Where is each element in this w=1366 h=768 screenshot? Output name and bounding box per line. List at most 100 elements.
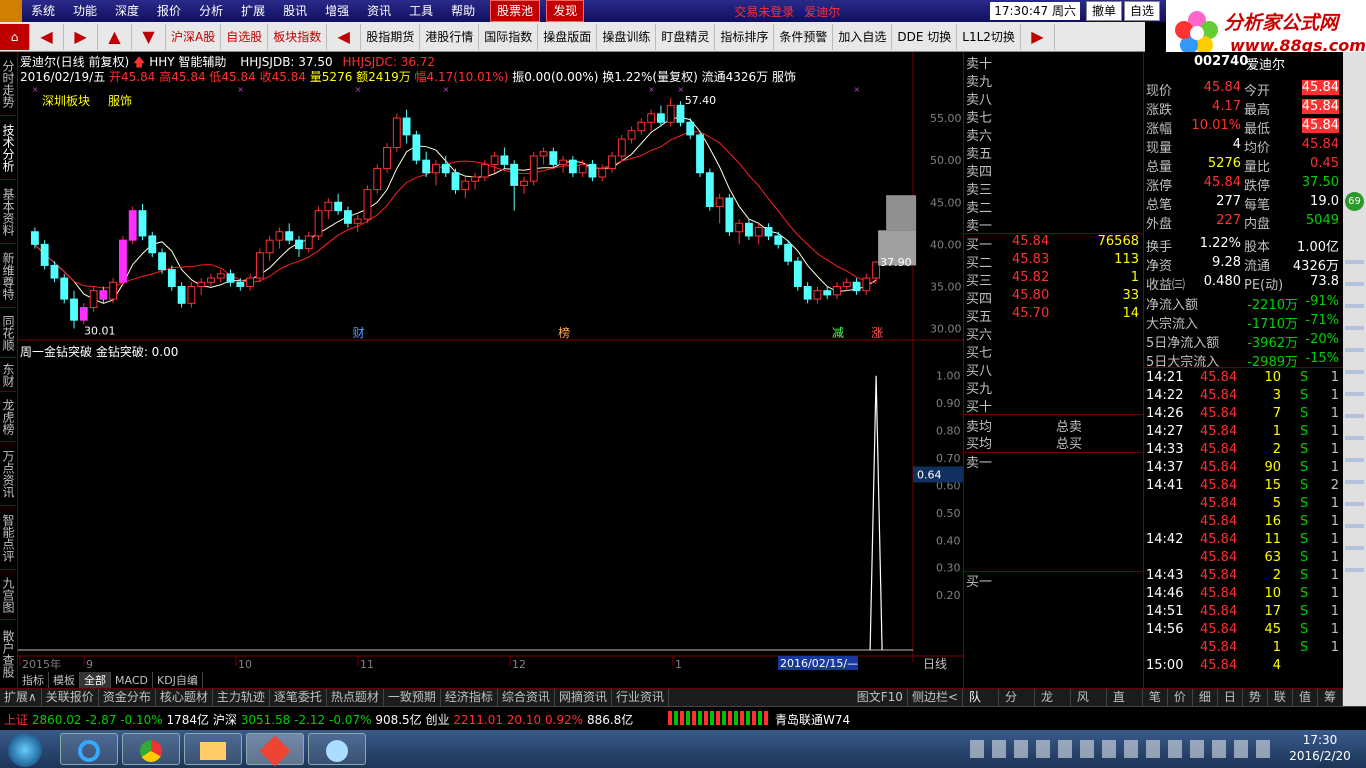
menu-function[interactable]: 功能	[64, 0, 106, 22]
bid-row[interactable]: 买二 45.83 113	[964, 252, 1143, 271]
bid-row[interactable]: 买十	[964, 396, 1143, 415]
menu-help[interactable]: 帮助	[442, 0, 484, 22]
toolbar-futures[interactable]: 股指期货	[361, 23, 421, 50]
ltab-dc[interactable]: 东财	[0, 358, 16, 392]
btab-info[interactable]: 综合资讯	[498, 689, 555, 706]
btab-econ[interactable]: 经济指标	[441, 689, 498, 706]
right-tab[interactable]: 势	[1243, 689, 1268, 706]
up-arrow-icon[interactable]: ▲	[98, 23, 132, 50]
ask-row[interactable]: 卖一	[964, 215, 1143, 234]
system-tray-icons[interactable]	[970, 740, 1270, 758]
btab-fund[interactable]: 资金分布	[99, 689, 156, 706]
menu-depth[interactable]: 深度	[106, 0, 148, 22]
ask-row[interactable]: 卖九	[964, 71, 1143, 90]
menu-tools[interactable]: 工具	[400, 0, 442, 22]
toolbar-dde[interactable]: DDE 切换	[892, 23, 958, 50]
right-tab[interactable]: 价	[1168, 689, 1193, 706]
badge-icon[interactable]: 69	[1345, 192, 1364, 211]
cy-label[interactable]: 创业	[426, 713, 450, 727]
ltab-ths[interactable]: 同花顺	[0, 308, 16, 358]
start-button-icon[interactable]	[8, 733, 42, 767]
login-status[interactable]: 交易未登录	[734, 3, 794, 20]
bid-row[interactable]: 买七	[964, 342, 1143, 361]
right-tab[interactable]: 日	[1218, 689, 1243, 706]
bid-row[interactable]: 买九	[964, 378, 1143, 397]
right-tab[interactable]: 龙虎	[1035, 689, 1071, 721]
toolbar-l1l2[interactable]: L1L2切换	[957, 23, 1021, 50]
right-tab[interactable]: 队列	[963, 689, 999, 721]
chrome-browser-icon[interactable]	[122, 733, 180, 765]
ltab-comment[interactable]: 智能点评	[0, 506, 16, 570]
itab-indicator[interactable]: 指标	[18, 672, 49, 688]
btab-consensus[interactable]: 一致预期	[384, 689, 441, 706]
ltab-new[interactable]: 新维尊特	[0, 244, 16, 308]
toolbar-ranking[interactable]: 指标排序	[715, 23, 775, 50]
right-tab[interactable]: 风向	[1071, 689, 1107, 721]
ask-row[interactable]: 卖八	[964, 89, 1143, 108]
btab-hot[interactable]: 热点题材	[327, 689, 384, 706]
toolbar-sector-index[interactable]: 板块指数	[268, 23, 328, 50]
ask-row[interactable]: 卖二	[964, 197, 1143, 216]
right-tab[interactable]: 值	[1293, 689, 1318, 706]
ask-row[interactable]: 卖五	[964, 143, 1143, 162]
itab-macd[interactable]: MACD	[111, 672, 153, 688]
toolbar-watchlist[interactable]: 自选股	[221, 23, 269, 50]
ie-browser-icon[interactable]	[60, 733, 118, 765]
ask-row[interactable]: 卖七	[964, 107, 1143, 126]
ltab-basic[interactable]: 基本资料	[0, 180, 16, 244]
menu-news[interactable]: 股讯	[274, 0, 316, 22]
btab-industry[interactable]: 行业资讯	[612, 689, 669, 706]
toolbar-training[interactable]: 操盘训练	[597, 23, 657, 50]
right-tab[interactable]: 笔	[1143, 689, 1168, 706]
menu-system[interactable]: 系统	[22, 0, 64, 22]
chart-area[interactable]: 爱迪尔(日线 前复权) 🡅 HHY 智能辅助 HHJSJDB: 37.50 HH…	[18, 52, 963, 688]
ltab-technical[interactable]: 技术分析	[0, 116, 16, 180]
hs-label[interactable]: 沪深	[213, 713, 237, 727]
ltab-nine[interactable]: 九宫图	[0, 570, 16, 620]
ask-row[interactable]: 卖四	[964, 161, 1143, 180]
ask-row[interactable]: 卖三	[964, 179, 1143, 198]
ltab-timeshare[interactable]: 分时走势	[0, 52, 16, 116]
toolbar-watcher[interactable]: 盯盘精灵	[656, 23, 716, 50]
bid-row[interactable]: 买五 45.70 14	[964, 306, 1143, 325]
right-tab[interactable]: 直播	[1107, 689, 1143, 721]
sh-label[interactable]: 上证	[4, 713, 28, 727]
btab-orders[interactable]: 逐笔委托	[270, 689, 327, 706]
toolbar-left-icon[interactable]: ◀	[327, 23, 362, 50]
right-tab[interactable]: 细	[1193, 689, 1218, 706]
btab-related[interactable]: 关联报价	[42, 689, 99, 706]
menu-analysis[interactable]: 分析	[190, 0, 232, 22]
ask-row[interactable]: 卖十	[964, 53, 1143, 72]
right-tab[interactable]: 分布	[999, 689, 1035, 721]
back-arrow-icon[interactable]: ◀	[30, 23, 64, 50]
menu-stock-pool[interactable]: 股票池	[490, 0, 541, 22]
side-tools-icon[interactable]	[1345, 242, 1364, 572]
bid-row[interactable]: 买六	[964, 324, 1143, 343]
menu-extend[interactable]: 扩展	[232, 0, 274, 22]
ltab-news[interactable]: 万点资讯	[0, 442, 16, 506]
btab-theme[interactable]: 核心题材	[156, 689, 213, 706]
bid-row[interactable]: 买八	[964, 360, 1143, 379]
toolbar-alert[interactable]: 条件预警	[774, 23, 834, 50]
explorer-folder-icon[interactable]	[184, 733, 242, 765]
btab-web[interactable]: 网摘资讯	[555, 689, 612, 706]
btab-sidebar[interactable]: 侧边栏<	[908, 689, 963, 706]
btab-f10[interactable]: 图文F10	[853, 689, 908, 706]
cancel-order-button[interactable]: 撤单	[1085, 1, 1122, 21]
ltab-retail[interactable]: 散户查股	[0, 620, 16, 688]
toolbar-intl[interactable]: 国际指数	[479, 23, 539, 50]
menu-discover[interactable]: 发现	[546, 0, 585, 22]
toolbar-add-watch[interactable]: 加入自选	[833, 23, 893, 50]
toolbar-hk[interactable]: 港股行情	[420, 23, 480, 50]
paint-app-icon[interactable]	[308, 733, 366, 765]
itab-kdj[interactable]: KDJ自编	[153, 672, 203, 688]
toolbar-hs-a[interactable]: 沪深A股	[166, 23, 222, 50]
bid-row[interactable]: 买三 45.82 1	[964, 270, 1143, 289]
ask-row[interactable]: 卖六	[964, 125, 1143, 144]
menu-info[interactable]: 资讯	[358, 0, 400, 22]
bid-row[interactable]: 买四 45.80 33	[964, 288, 1143, 307]
btab-main-trace[interactable]: 主力轨迹	[213, 689, 270, 706]
btab-expand[interactable]: 扩展∧	[0, 689, 42, 706]
kline-chart[interactable]: 55.0050.0045.0040.0035.0030.00× × × × × × ×57.…	[18, 52, 963, 688]
toolbar-layout[interactable]: 操盘版面	[538, 23, 598, 50]
